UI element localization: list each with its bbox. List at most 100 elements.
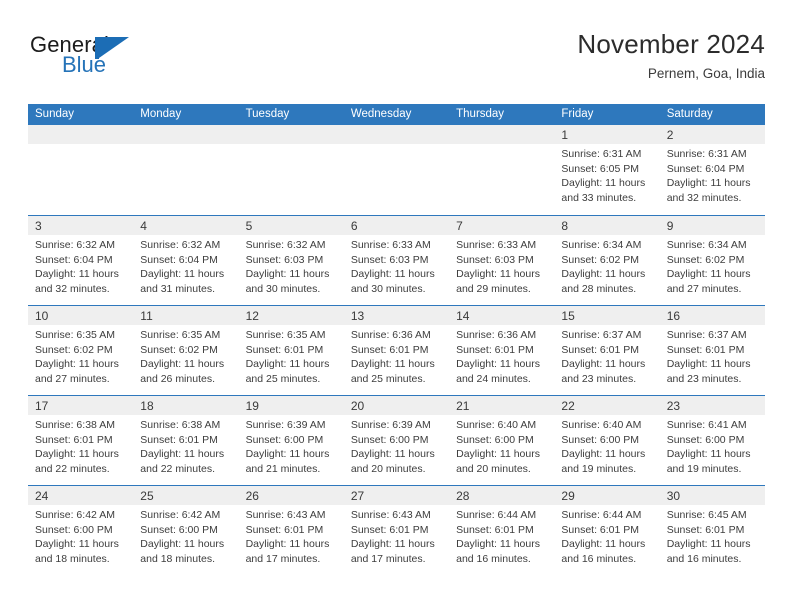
location-subtitle: Pernem, Goa, India	[647, 66, 765, 81]
calendar-week-row: 17 Sunrise: 6:38 AM Sunset: 6:01 PM Dayligh…	[28, 395, 765, 485]
sunset-text: Sunset: 6:02 PM	[35, 343, 113, 356]
calendar-day-cell[interactable]: 2 Sunrise: 6:31 AM Sunset: 6:04 PM Daylight…	[659, 125, 765, 215]
day-number-band: 17	[28, 396, 134, 416]
calendar-day-cell[interactable]: 11 Sunrise: 6:35 AM Sunset: 6:02 PM Dayligh…	[133, 306, 239, 395]
calendar-day-cell[interactable]: 16 Sunrise: 6:37 AM Sunset: 6:01 PM Dayligh…	[659, 306, 765, 395]
sunset-text: Sunset: 6:00 PM	[140, 523, 218, 536]
calendar-week-row: 10 Sunrise: 6:35 AM Sunset: 6:02 PM Dayligh…	[28, 305, 765, 395]
sunset-text: Sunset: 6:01 PM	[35, 433, 113, 446]
daylight-text: Daylight: 11 hours and 32 minutes.	[35, 268, 119, 295]
calendar-day-cell[interactable]: 25 Sunrise: 6:42 AM Sunset: 6:00 PM Dayligh…	[133, 486, 239, 575]
calendar-day-cell[interactable]: 4 Sunrise: 6:32 AM Sunset: 6:04 PM Daylight…	[133, 216, 239, 305]
day-sun-info: Sunrise: 6:40 AM Sunset: 6:00 PM Daylight:…	[449, 416, 554, 476]
day-sun-info: Sunrise: 6:35 AM Sunset: 6:01 PM Daylight:…	[239, 326, 344, 386]
day-number: 24	[35, 489, 49, 503]
calendar-day-cell[interactable]: 3 Sunrise: 6:32 AM Sunset: 6:04 PM Daylight…	[28, 216, 134, 305]
daylight-text: Daylight: 11 hours and 22 minutes.	[140, 448, 225, 475]
calendar-day-cell[interactable]: 19 Sunrise: 6:39 AM Sunset: 6:00 PM Dayligh…	[238, 396, 344, 485]
day-number-band: 16	[659, 306, 765, 326]
general-blue-logo[interactable]: General Blue	[28, 34, 198, 90]
calendar-day-cell[interactable]: 21 Sunrise: 6:40 AM Sunset: 6:00 PM Dayligh…	[449, 396, 555, 485]
calendar-day-cell[interactable]: 28 Sunrise: 6:44 AM Sunset: 6:01 PM Dayligh…	[449, 486, 555, 575]
sunset-text: Sunset: 6:03 PM	[350, 253, 429, 266]
calendar-day-cell[interactable]: 17 Sunrise: 6:38 AM Sunset: 6:01 PM Dayligh…	[28, 396, 134, 485]
sunset-text: Sunset: 6:03 PM	[245, 253, 324, 266]
calendar-day-cell[interactable]: 14 Sunrise: 6:36 AM Sunset: 6:01 PM Dayligh…	[449, 306, 555, 395]
day-number-band: 27	[343, 486, 450, 506]
day-sun-info: Sunrise: 6:37 AM Sunset: 6:01 PM Daylight:…	[660, 326, 765, 386]
calendar-day-cell[interactable]: 8 Sunrise: 6:34 AM Sunset: 6:02 PM Daylight…	[554, 216, 660, 305]
sunrise-text: Sunrise: 6:43 AM	[245, 509, 326, 521]
calendar-day-cell[interactable]: 9 Sunrise: 6:34 AM Sunset: 6:02 PM Daylight…	[659, 216, 765, 305]
sunset-text: Sunset: 6:00 PM	[35, 523, 113, 536]
calendar-day-cell[interactable]: 13 Sunrise: 6:36 AM Sunset: 6:01 PM Dayligh…	[343, 306, 450, 395]
day-number-band: 20	[343, 396, 450, 416]
sunrise-text: Sunrise: 6:37 AM	[561, 329, 642, 341]
sunset-text: Sunset: 6:01 PM	[666, 523, 745, 536]
daylight-text: Daylight: 11 hours and 16 minutes.	[561, 538, 646, 565]
day-sun-info: Sunrise: 6:43 AM Sunset: 6:01 PM Daylight:…	[239, 506, 344, 566]
calendar-week-row: 24 Sunrise: 6:42 AM Sunset: 6:00 PM Dayligh…	[28, 485, 765, 575]
sunset-text: Sunset: 6:04 PM	[140, 253, 218, 266]
sunrise-text: Sunrise: 6:41 AM	[666, 419, 747, 431]
calendar-day-cell[interactable]: 6 Sunrise: 6:33 AM Sunset: 6:03 PM Daylight…	[343, 216, 450, 305]
day-number-band: 7	[449, 216, 555, 236]
calendar-day-cell[interactable]: 30 Sunrise: 6:45 AM Sunset: 6:01 PM Dayligh…	[659, 486, 765, 575]
calendar-day-cell[interactable]: 12 Sunrise: 6:35 AM Sunset: 6:01 PM Dayligh…	[238, 306, 344, 395]
sunrise-text: Sunrise: 6:36 AM	[456, 329, 537, 341]
calendar-day-cell[interactable]: 23 Sunrise: 6:41 AM Sunset: 6:00 PM Dayligh…	[659, 396, 765, 485]
day-number: 4	[140, 219, 147, 233]
day-sun-info: Sunrise: 6:31 AM Sunset: 6:04 PM Daylight:…	[660, 145, 765, 205]
daylight-text: Daylight: 11 hours and 22 minutes.	[35, 448, 119, 475]
day-number: 17	[35, 399, 49, 413]
calendar-day-cell-empty	[449, 125, 555, 215]
sunset-text: Sunset: 6:00 PM	[561, 433, 640, 446]
sunset-text: Sunset: 6:00 PM	[666, 433, 745, 446]
calendar-day-cell[interactable]: 20 Sunrise: 6:39 AM Sunset: 6:00 PM Dayligh…	[343, 396, 450, 485]
day-sun-info: Sunrise: 6:34 AM Sunset: 6:02 PM Daylight:…	[554, 236, 659, 296]
day-number: 22	[561, 399, 575, 413]
daylight-text: Daylight: 11 hours and 24 minutes.	[456, 358, 540, 385]
weekday-header-sunday: Sunday	[35, 108, 75, 120]
daylight-text: Daylight: 11 hours and 29 minutes.	[456, 268, 540, 295]
day-number: 21	[456, 399, 470, 413]
day-sun-info: Sunrise: 6:31 AM Sunset: 6:05 PM Daylight:…	[554, 145, 659, 205]
sunset-text: Sunset: 6:01 PM	[245, 343, 324, 356]
calendar-day-cell[interactable]: 22 Sunrise: 6:40 AM Sunset: 6:00 PM Dayligh…	[554, 396, 660, 485]
daylight-text: Daylight: 11 hours and 19 minutes.	[666, 448, 751, 475]
calendar-day-cell-empty	[238, 125, 344, 215]
daylight-text: Daylight: 11 hours and 19 minutes.	[561, 448, 646, 475]
day-number-band: 26	[238, 486, 344, 506]
calendar-day-cell[interactable]: 18 Sunrise: 6:38 AM Sunset: 6:01 PM Dayligh…	[133, 396, 239, 485]
title-block: November 2024 Pernem, Goa, India	[577, 28, 765, 84]
daylight-text: Daylight: 11 hours and 30 minutes.	[245, 268, 330, 295]
calendar-day-cell[interactable]: 29 Sunrise: 6:44 AM Sunset: 6:01 PM Dayligh…	[554, 486, 660, 575]
sunset-text: Sunset: 6:02 PM	[666, 253, 745, 266]
calendar-day-cell[interactable]: 27 Sunrise: 6:43 AM Sunset: 6:01 PM Dayligh…	[343, 486, 450, 575]
day-number: 26	[245, 489, 259, 503]
sunrise-text: Sunrise: 6:40 AM	[561, 419, 642, 431]
calendar-day-cell[interactable]: 24 Sunrise: 6:42 AM Sunset: 6:00 PM Dayligh…	[28, 486, 134, 575]
daylight-text: Daylight: 11 hours and 27 minutes.	[35, 358, 119, 385]
sunset-text: Sunset: 6:02 PM	[140, 343, 218, 356]
daylight-text: Daylight: 11 hours and 18 minutes.	[35, 538, 119, 565]
sunrise-text: Sunrise: 6:31 AM	[561, 148, 642, 160]
sunrise-text: Sunrise: 6:35 AM	[140, 329, 221, 341]
calendar-day-cell[interactable]: 10 Sunrise: 6:35 AM Sunset: 6:02 PM Dayligh…	[28, 306, 134, 395]
sunrise-text: Sunrise: 6:35 AM	[245, 329, 326, 341]
weekday-header-wednesday: Wednesday	[350, 108, 412, 120]
sunrise-text: Sunrise: 6:34 AM	[666, 239, 747, 251]
sunrise-text: Sunrise: 6:38 AM	[35, 419, 115, 431]
day-number-band: 28	[449, 486, 555, 506]
daylight-text: Daylight: 11 hours and 20 minutes.	[350, 448, 435, 475]
day-number-band: 19	[238, 396, 344, 416]
calendar-day-cell[interactable]: 15 Sunrise: 6:37 AM Sunset: 6:01 PM Dayligh…	[554, 306, 660, 395]
day-number-band: 10	[28, 306, 134, 326]
weekday-header-saturday: Saturday	[666, 108, 713, 120]
calendar-day-cell[interactable]: 7 Sunrise: 6:33 AM Sunset: 6:03 PM Daylight…	[449, 216, 555, 305]
calendar-day-cell[interactable]: 1 Sunrise: 6:31 AM Sunset: 6:05 PM Daylight…	[554, 125, 660, 215]
day-number-band: 1	[554, 125, 660, 145]
calendar-day-cell[interactable]: 5 Sunrise: 6:32 AM Sunset: 6:03 PM Daylight…	[238, 216, 344, 305]
day-number: 14	[456, 309, 470, 323]
calendar-day-cell[interactable]: 26 Sunrise: 6:43 AM Sunset: 6:01 PM Dayligh…	[238, 486, 344, 575]
